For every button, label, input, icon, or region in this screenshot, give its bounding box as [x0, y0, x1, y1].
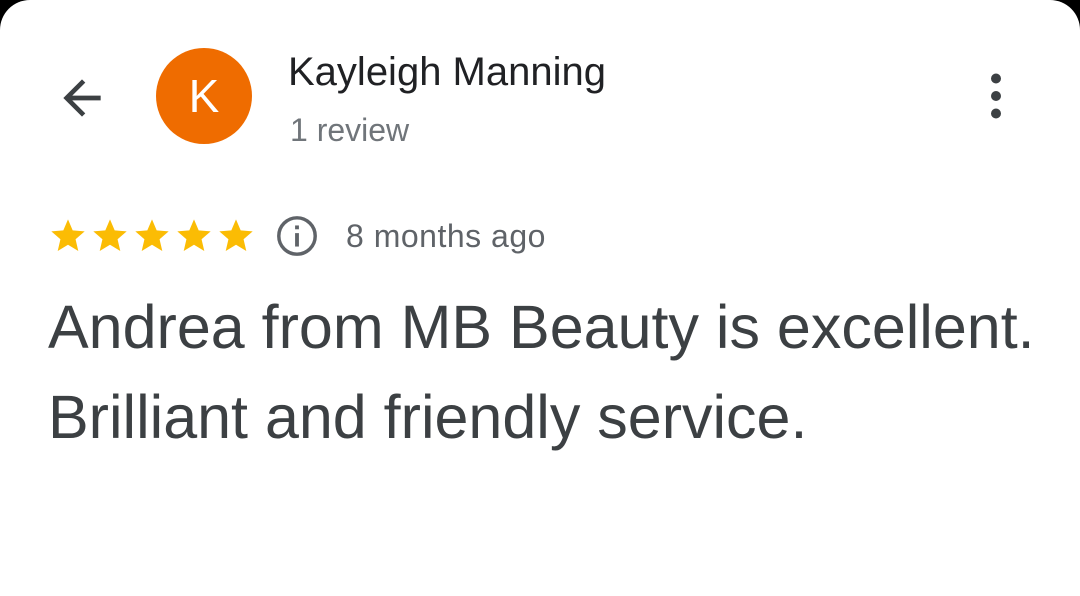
star-icon [51, 219, 85, 251]
back-button[interactable] [50, 66, 114, 130]
info-icon[interactable] [274, 213, 320, 259]
review-date: 8 months ago [346, 217, 546, 254]
star-icon [135, 219, 169, 251]
star-icon [177, 219, 211, 251]
rating-row: 8 months ago [48, 212, 546, 260]
star-icon [93, 219, 127, 251]
author-name[interactable]: Kayleigh Manning [288, 46, 606, 98]
review-count: 1 review [290, 112, 410, 148]
star-rating [48, 216, 258, 256]
avatar-initial: K [188, 70, 220, 122]
review-text: Andrea from MB Beauty is excellent. Bril… [48, 293, 1035, 451]
avatar[interactable]: K [156, 48, 252, 144]
more-options-button[interactable] [966, 66, 1026, 126]
back-arrow-icon [63, 79, 101, 117]
star-icon [219, 219, 253, 251]
more-vert-icon [991, 73, 1001, 119]
review-card: K Kayleigh Manning 1 review 8 months ago… [0, 0, 1080, 596]
